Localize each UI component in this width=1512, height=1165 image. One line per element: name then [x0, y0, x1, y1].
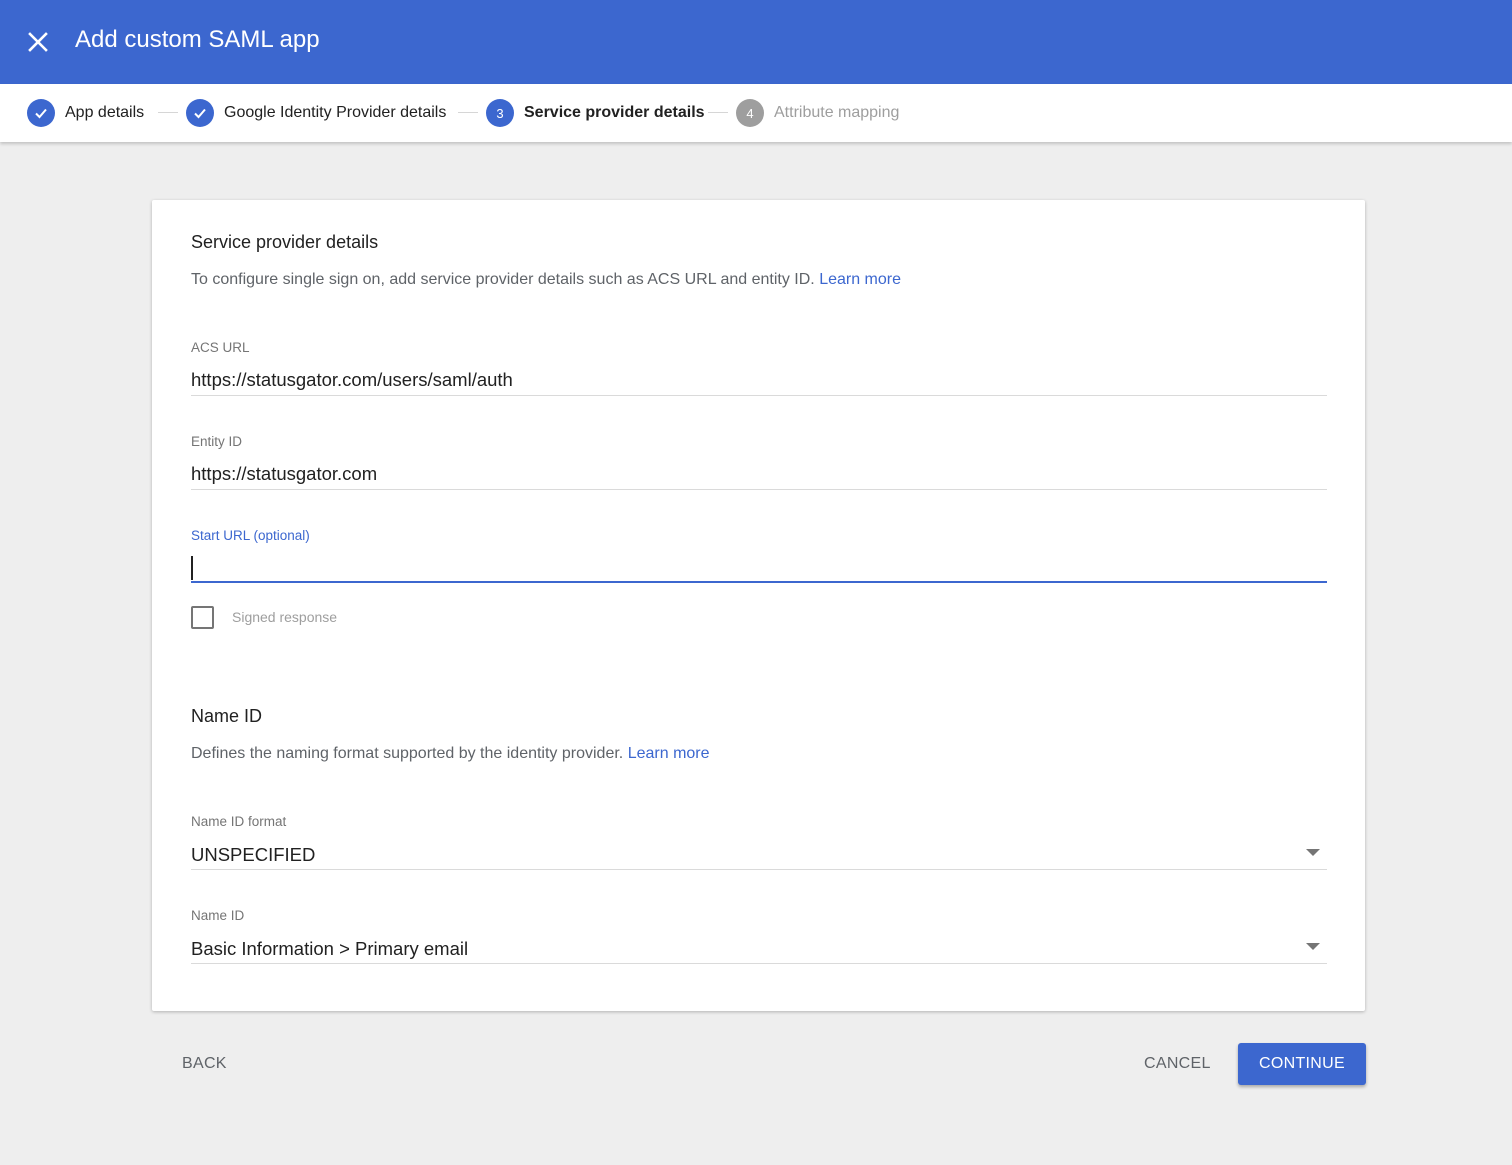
- start-url-input[interactable]: [191, 552, 1327, 582]
- entity-id-underline: [191, 489, 1327, 490]
- chevron-down-icon: [1306, 943, 1320, 950]
- step-label: Google Identity Provider details: [224, 104, 447, 121]
- description-text: Defines the naming format supported by t…: [191, 745, 624, 762]
- acs-url-input[interactable]: https://statusgator.com/users/saml/auth: [191, 369, 513, 391]
- step-label: Service provider details: [524, 104, 705, 121]
- entity-id-input[interactable]: https://statusgator.com: [191, 463, 377, 485]
- step-connector: [158, 112, 178, 113]
- learn-more-link[interactable]: Learn more: [628, 745, 710, 762]
- step-service-provider-details[interactable]: 3 Service provider details: [486, 99, 705, 127]
- step-number-badge: 4: [736, 99, 764, 127]
- back-button[interactable]: BACK: [182, 1055, 227, 1073]
- name-id-format-label: Name ID format: [191, 814, 287, 829]
- acs-url-label: ACS URL: [191, 340, 250, 355]
- acs-url-underline: [191, 395, 1327, 396]
- start-url-underline: [191, 581, 1327, 583]
- check-icon: [186, 99, 214, 127]
- step-connector: [708, 112, 728, 113]
- app-header: Add custom SAML app: [0, 0, 1512, 84]
- step-app-details[interactable]: App details: [27, 99, 144, 127]
- step-label: Attribute mapping: [774, 104, 900, 121]
- check-icon: [27, 99, 55, 127]
- page-title: Add custom SAML app: [75, 26, 320, 53]
- name-id-label: Name ID: [191, 908, 245, 923]
- description-text: To configure single sign on, add service…: [191, 271, 815, 288]
- signed-response-checkbox[interactable]: [191, 606, 214, 629]
- step-attribute-mapping[interactable]: 4 Attribute mapping: [736, 99, 899, 127]
- section-title: Name ID: [191, 706, 263, 726]
- name-id-underline: [191, 963, 1327, 964]
- name-id-format-underline: [191, 869, 1327, 870]
- close-icon[interactable]: [24, 28, 52, 56]
- step-label: App details: [65, 104, 145, 121]
- section-description: Defines the naming format supported by t…: [191, 745, 710, 763]
- continue-button[interactable]: CONTINUE: [1238, 1043, 1366, 1085]
- start-url-label: Start URL (optional): [191, 528, 310, 543]
- step-google-idp-details[interactable]: Google Identity Provider details: [186, 99, 450, 127]
- cancel-button[interactable]: CANCEL: [1144, 1055, 1211, 1073]
- step-number-badge: 3: [486, 99, 514, 127]
- name-id-format-value: UNSPECIFIED: [191, 844, 316, 865]
- text-caret: [191, 556, 193, 580]
- stepper: App details Google Identity Provider det…: [0, 84, 1512, 142]
- signed-response-label: Signed response: [232, 609, 338, 625]
- entity-id-label: Entity ID: [191, 434, 243, 449]
- chevron-down-icon: [1306, 849, 1320, 856]
- step-connector: [458, 112, 478, 113]
- section-description: To configure single sign on, add service…: [191, 271, 901, 289]
- section-title: Service provider details: [191, 232, 379, 252]
- learn-more-link[interactable]: Learn more: [819, 271, 901, 288]
- form-card: Service provider details To configure si…: [152, 200, 1365, 1011]
- name-id-value: Basic Information > Primary email: [191, 938, 469, 959]
